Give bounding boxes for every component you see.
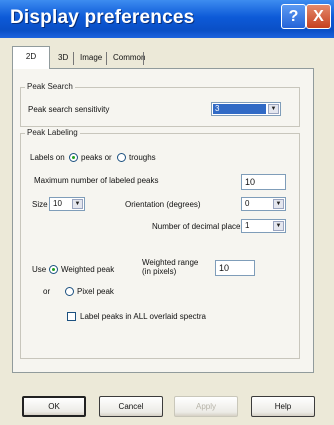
max-labeled-label: Maximum number of labeled peaks xyxy=(34,176,159,185)
size-label: Size xyxy=(32,200,48,209)
orientation-value: 0 xyxy=(245,199,250,208)
tab-strip: 2D 3D Image Common xyxy=(12,46,312,69)
labels-on-label: Labels on xyxy=(30,153,65,162)
peak-labeling-group xyxy=(20,133,300,359)
peak-search-title: Peak Search xyxy=(25,82,75,91)
peaks-radio[interactable] xyxy=(69,153,78,162)
troughs-option-label: troughs xyxy=(129,153,156,162)
close-icon[interactable]: X xyxy=(306,4,331,29)
display-preferences-dialog: Display preferences ? X 2D 3D Image Comm… xyxy=(0,0,334,425)
orientation-label: Orientation (degrees) xyxy=(125,200,201,209)
size-select[interactable]: 10 ▼ xyxy=(49,197,85,211)
size-value: 10 xyxy=(53,199,62,208)
tab-3d[interactable]: 3D xyxy=(54,48,72,68)
cancel-button[interactable]: Cancel xyxy=(99,396,163,417)
tab-2d[interactable]: 2D xyxy=(12,46,50,69)
or-label: or xyxy=(43,287,51,296)
tab-panel-2d: Peak Search Peak search sensitivity 3 ▼ … xyxy=(12,68,314,373)
help-button[interactable]: Help xyxy=(251,396,315,417)
sensitivity-select[interactable]: 3 ▼ xyxy=(211,102,281,116)
apply-button[interactable]: Apply xyxy=(174,396,238,417)
overlaid-spectra-checkbox[interactable] xyxy=(67,312,76,321)
max-labeled-input[interactable]: 10 xyxy=(241,174,286,190)
tab-separator xyxy=(106,52,107,65)
help-icon[interactable]: ? xyxy=(281,4,306,29)
peak-labeling-title: Peak Labeling xyxy=(25,128,80,137)
weighted-range-label: Weighted range (in pixels) xyxy=(142,258,199,276)
troughs-radio[interactable] xyxy=(117,153,126,162)
tab-separator xyxy=(73,52,74,65)
weighted-range-input[interactable]: 10 xyxy=(215,260,255,276)
pixel-peak-radio[interactable] xyxy=(65,287,74,296)
orientation-select[interactable]: 0 ▼ xyxy=(241,197,286,211)
weighted-peak-radio[interactable] xyxy=(49,265,58,274)
sensitivity-label: Peak search sensitivity xyxy=(28,105,110,114)
chevron-down-icon[interactable]: ▼ xyxy=(273,199,284,209)
tab-separator xyxy=(143,52,144,65)
decimal-places-select[interactable]: 1 ▼ xyxy=(241,219,286,233)
overlaid-spectra-label: Label peaks in ALL overlaid spectra xyxy=(80,312,207,321)
window-title: Display preferences xyxy=(10,7,195,28)
weighted-peak-label: Weighted peak xyxy=(61,265,115,274)
decimal-places-label: Number of decimal places xyxy=(152,222,245,231)
decimal-places-value: 1 xyxy=(245,221,250,230)
sensitivity-value: 3 xyxy=(213,104,266,114)
peaks-option-label: peaks or xyxy=(81,153,112,162)
chevron-down-icon[interactable]: ▼ xyxy=(268,104,279,114)
chevron-down-icon[interactable]: ▼ xyxy=(273,221,284,231)
title-bar[interactable]: Display preferences ? X xyxy=(0,0,334,38)
chevron-down-icon[interactable]: ▼ xyxy=(72,199,83,209)
pixel-peak-label: Pixel peak xyxy=(77,287,114,296)
ok-button[interactable]: OK xyxy=(22,396,86,417)
tab-image[interactable]: Image xyxy=(76,48,106,68)
use-label: Use xyxy=(32,265,47,274)
